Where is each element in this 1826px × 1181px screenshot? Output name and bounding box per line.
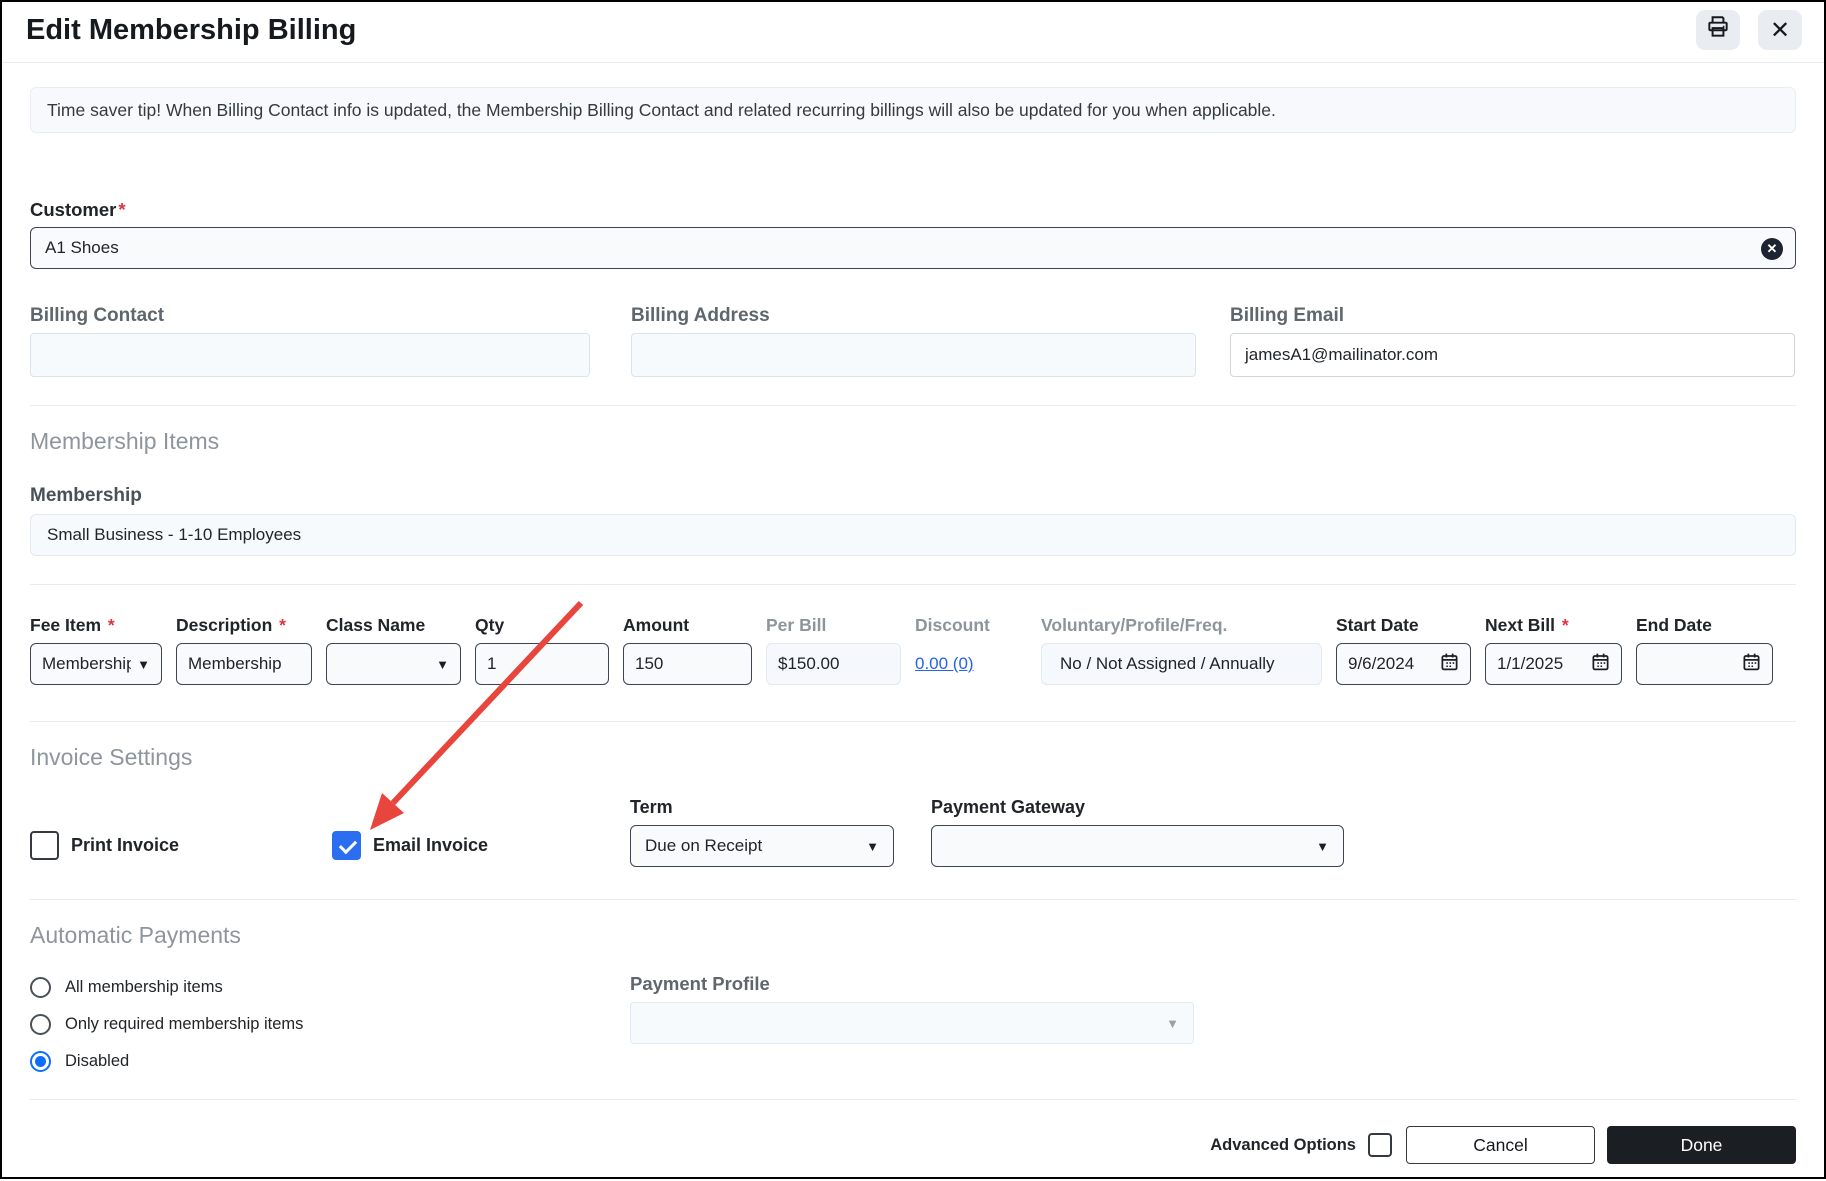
page-title: Edit Membership Billing bbox=[26, 14, 357, 46]
billing-contact-label: Billing Contact bbox=[30, 305, 165, 326]
fee-item-select[interactable]: Membership ▼ bbox=[30, 643, 162, 685]
modal-header: Edit Membership Billing ✕ bbox=[2, 2, 1824, 63]
amount-label: Amount bbox=[623, 615, 690, 635]
radio-only-required-membership-items[interactable]: Only required membership items bbox=[30, 1010, 630, 1038]
close-icon: ✕ bbox=[1769, 16, 1791, 44]
end-date-label: End Date bbox=[1636, 615, 1712, 635]
print-invoice-checkbox[interactable] bbox=[30, 831, 59, 860]
customer-input[interactable]: A1 Shoes ✕ bbox=[30, 227, 1796, 269]
email-invoice-checkbox[interactable] bbox=[332, 831, 361, 860]
close-button[interactable]: ✕ bbox=[1758, 10, 1802, 50]
payment-profile-label: Payment Profile bbox=[630, 973, 770, 994]
advanced-options-label: Advanced Options bbox=[1210, 1135, 1356, 1154]
chevron-down-icon: ▼ bbox=[1316, 838, 1329, 854]
divider bbox=[30, 405, 1796, 406]
billing-contact-input[interactable] bbox=[30, 333, 590, 377]
membership-label: Membership bbox=[30, 485, 142, 506]
radio-icon[interactable] bbox=[30, 976, 51, 998]
print-invoice-checkbox-group[interactable]: Print Invoice bbox=[30, 831, 332, 860]
per-bill-label: Per Bill bbox=[766, 615, 827, 635]
amount-input[interactable]: 150 bbox=[623, 643, 752, 685]
fee-item-row: Fee Item * Membership ▼ Description * Me… bbox=[30, 615, 1796, 685]
qty-input[interactable]: 1 bbox=[475, 643, 609, 685]
email-invoice-checkbox-group[interactable]: Email Invoice bbox=[332, 831, 630, 860]
voluntary-label: Voluntary/Profile/Freq. bbox=[1041, 615, 1228, 635]
radio-disabled[interactable]: Disabled bbox=[30, 1047, 630, 1075]
print-icon bbox=[1705, 14, 1731, 47]
payment-gateway-label: Payment Gateway bbox=[931, 797, 1086, 817]
invoice-settings-section-title: Invoice Settings bbox=[30, 744, 193, 770]
automatic-payments-section-title: Automatic Payments bbox=[30, 922, 241, 948]
divider bbox=[30, 721, 1796, 722]
billing-address-input[interactable] bbox=[631, 333, 1196, 377]
calendar-icon[interactable] bbox=[1742, 652, 1761, 676]
description-label: Description * bbox=[176, 615, 286, 635]
radio-all-membership-items[interactable]: All membership items bbox=[30, 973, 630, 1001]
required-asterisk: * bbox=[118, 199, 126, 220]
divider bbox=[30, 584, 1796, 585]
end-date-input[interactable] bbox=[1636, 643, 1773, 685]
calendar-icon[interactable] bbox=[1440, 652, 1459, 676]
cancel-button[interactable]: Cancel bbox=[1406, 1126, 1595, 1164]
billing-email-input[interactable]: jamesA1@mailinator.com bbox=[1230, 333, 1795, 377]
billing-address-label: Billing Address bbox=[631, 305, 770, 326]
class-name-label: Class Name bbox=[326, 615, 426, 635]
tip-banner: Time saver tip! When Billing Contact inf… bbox=[30, 87, 1796, 133]
calendar-icon[interactable] bbox=[1591, 652, 1610, 676]
radio-icon[interactable] bbox=[30, 1050, 51, 1072]
divider bbox=[30, 899, 1796, 900]
membership-items-section-title: Membership Items bbox=[30, 428, 220, 454]
chevron-down-icon: ▼ bbox=[436, 656, 449, 672]
payment-profile-select[interactable]: ▼ bbox=[630, 1002, 1194, 1044]
start-date-label: Start Date bbox=[1336, 615, 1419, 635]
tip-text: Time saver tip! When Billing Contact inf… bbox=[47, 99, 1276, 120]
radio-icon[interactable] bbox=[30, 1013, 51, 1035]
discount-label: Discount bbox=[915, 615, 990, 635]
clear-customer-icon[interactable]: ✕ bbox=[1761, 238, 1783, 260]
email-invoice-label: Email Invoice bbox=[373, 835, 489, 855]
chevron-down-icon: ▼ bbox=[137, 656, 150, 672]
term-label: Term bbox=[630, 797, 673, 817]
print-button[interactable] bbox=[1696, 10, 1740, 50]
done-button[interactable]: Done bbox=[1607, 1126, 1796, 1164]
qty-label: Qty bbox=[475, 615, 505, 635]
chevron-down-icon: ▼ bbox=[866, 838, 879, 854]
voluntary-field: No / Not Assigned / Annually bbox=[1041, 643, 1322, 685]
discount-link[interactable]: 0.00 (0) bbox=[915, 654, 974, 674]
print-invoice-label: Print Invoice bbox=[71, 835, 180, 855]
term-select[interactable]: Due on Receipt ▼ bbox=[630, 825, 894, 867]
next-bill-input[interactable]: 1/1/2025 bbox=[1485, 643, 1622, 685]
start-date-input[interactable]: 9/6/2024 bbox=[1336, 643, 1471, 685]
payment-gateway-select[interactable]: ▼ bbox=[931, 825, 1344, 867]
billing-email-label: Billing Email bbox=[1230, 305, 1345, 326]
chevron-down-icon: ▼ bbox=[1166, 1015, 1179, 1031]
next-bill-label: Next Bill * bbox=[1485, 615, 1569, 635]
fee-item-label: Fee Item * bbox=[30, 615, 115, 635]
divider bbox=[30, 1099, 1796, 1100]
customer-label: Customer * bbox=[30, 199, 126, 220]
advanced-options-checkbox[interactable] bbox=[1368, 1133, 1392, 1157]
customer-value: A1 Shoes bbox=[45, 238, 119, 257]
class-name-select[interactable]: ▼ bbox=[326, 643, 461, 685]
description-input[interactable]: Membership bbox=[176, 643, 312, 685]
membership-field[interactable]: Small Business - 1-10 Employees bbox=[30, 514, 1796, 556]
per-bill-field: $150.00 bbox=[766, 643, 901, 685]
